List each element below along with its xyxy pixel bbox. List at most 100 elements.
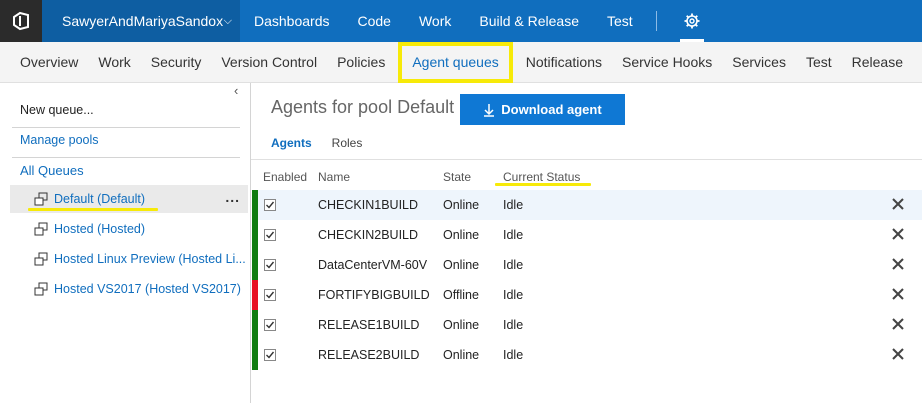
- queues-sidebar: ‹ New queue... Manage pools All Queues D…: [0, 83, 250, 403]
- divider: [12, 127, 240, 128]
- chevron-down-icon: ⌵: [223, 15, 232, 27]
- queue-icon: [34, 252, 48, 266]
- agent-status-indicator: [252, 250, 258, 280]
- table-row[interactable]: RELEASE2BUILD Online Idle: [252, 340, 922, 370]
- queue-label: Hosted Linux Preview (Hosted Li...: [54, 252, 246, 266]
- download-agent-button[interactable]: Download agent: [460, 94, 625, 125]
- delete-icon[interactable]: [890, 196, 906, 212]
- tab-roles[interactable]: Roles: [332, 136, 363, 150]
- tab-release[interactable]: Release: [842, 42, 913, 83]
- column-header-enabled[interactable]: Enabled: [263, 170, 307, 184]
- column-header-name[interactable]: Name: [318, 170, 350, 184]
- highlight-underline: [495, 183, 591, 186]
- agent-current-status: Idle: [503, 288, 524, 302]
- queue-label: Hosted VS2017 (Hosted VS2017): [54, 282, 241, 296]
- delete-icon[interactable]: [890, 256, 906, 272]
- highlight-underline: [28, 208, 158, 211]
- table-row[interactable]: RELEASE1BUILD Online Idle: [252, 310, 922, 340]
- agent-current-status: Idle: [503, 198, 524, 212]
- delete-icon[interactable]: [890, 346, 906, 362]
- checkmark-icon: [266, 291, 275, 299]
- tab-version-control[interactable]: Version Control: [211, 42, 327, 83]
- hub-nav: Dashboards Code Work Build & Release Tes…: [240, 0, 647, 42]
- enabled-checkbox[interactable]: [264, 199, 276, 211]
- tab-policies[interactable]: Policies: [327, 42, 395, 83]
- tab-agent-queues[interactable]: Agent queues: [398, 42, 513, 83]
- queue-item-hosted-linux[interactable]: Hosted Linux Preview (Hosted Li...: [10, 245, 250, 273]
- agent-state: Online: [443, 348, 480, 362]
- agent-name: DataCenterVM-60V: [318, 258, 428, 272]
- pane-divider: [250, 83, 251, 403]
- agent-current-status: Idle: [503, 228, 524, 242]
- agent-state: Offline: [443, 288, 479, 302]
- account-selector[interactable]: SawyerAndMariyaSandox ⌵: [42, 0, 240, 42]
- delete-icon[interactable]: [890, 316, 906, 332]
- tab-agents[interactable]: Agents: [271, 136, 312, 150]
- agent-state: Online: [443, 228, 480, 242]
- agent-status-indicator: [252, 340, 258, 370]
- agent-status-indicator: [252, 310, 258, 340]
- tab-notifications[interactable]: Notifications: [516, 42, 612, 83]
- tab-service-hooks[interactable]: Service Hooks: [612, 42, 722, 83]
- new-queue-link[interactable]: New queue...: [20, 103, 94, 117]
- table-row[interactable]: FORTIFYBIGBUILD Offline Idle: [252, 280, 922, 310]
- admin-sub-navigation: Overview Work Security Version Control P…: [0, 42, 922, 83]
- table-row[interactable]: CHECKIN2BUILD Online Idle: [252, 220, 922, 250]
- enabled-checkbox[interactable]: [264, 319, 276, 331]
- enabled-checkbox[interactable]: [264, 229, 276, 241]
- settings-button[interactable]: [680, 0, 704, 42]
- table-row[interactable]: DataCenterVM-60V Online Idle: [252, 250, 922, 280]
- agent-status-indicator: [252, 280, 258, 310]
- nav-test[interactable]: Test: [593, 0, 647, 42]
- table-row[interactable]: CHECKIN1BUILD Online Idle: [252, 190, 922, 220]
- agent-current-status: Idle: [503, 258, 524, 272]
- divider: [251, 159, 922, 160]
- column-header-current-status[interactable]: Current Status: [503, 170, 580, 184]
- tab-work[interactable]: Work: [88, 42, 140, 83]
- agent-status-indicator: [252, 220, 258, 250]
- column-header-state[interactable]: State: [443, 170, 471, 184]
- queue-icon: [34, 192, 48, 206]
- delete-icon[interactable]: [890, 286, 906, 302]
- download-agent-label: Download agent: [501, 102, 602, 117]
- agent-name: FORTIFYBIGBUILD: [318, 288, 430, 302]
- more-actions-button[interactable]: ...: [225, 189, 240, 205]
- agent-name: CHECKIN1BUILD: [318, 198, 419, 212]
- page-title: Agents for pool Default: [271, 97, 455, 117]
- nav-build-release[interactable]: Build & Release: [465, 0, 593, 42]
- agent-state: Online: [443, 318, 480, 332]
- agent-name: RELEASE2BUILD: [318, 348, 420, 362]
- tab-test[interactable]: Test: [796, 42, 842, 83]
- enabled-checkbox[interactable]: [264, 289, 276, 301]
- top-navigation-bar: SawyerAndMariyaSandox ⌵ Dashboards Code …: [0, 0, 922, 42]
- queue-icon: [34, 222, 48, 236]
- queue-label: Hosted (Hosted): [54, 222, 146, 236]
- queue-icon: [34, 282, 48, 296]
- tab-overview[interactable]: Overview: [10, 42, 88, 83]
- all-queues-link[interactable]: All Queues: [20, 163, 84, 178]
- download-icon: [484, 103, 495, 117]
- queue-item-hosted-vs2017[interactable]: Hosted VS2017 (Hosted VS2017): [10, 275, 250, 303]
- nav-code[interactable]: Code: [344, 0, 405, 42]
- nav-dashboards[interactable]: Dashboards: [240, 0, 344, 42]
- agent-name: RELEASE1BUILD: [318, 318, 420, 332]
- agent-status-indicator: [252, 190, 258, 220]
- queue-label: Default (Default): [54, 192, 146, 206]
- pool-tabs: Agents Roles: [271, 136, 362, 150]
- checkmark-icon: [266, 351, 275, 359]
- agent-state: Online: [443, 258, 480, 272]
- agents-table: CHECKIN1BUILD Online Idle CHECKIN2BUILD Onli…: [252, 190, 922, 370]
- vsts-logo-icon[interactable]: [0, 0, 42, 42]
- account-name: SawyerAndMariyaSandox: [62, 13, 224, 29]
- enabled-checkbox[interactable]: [264, 259, 276, 271]
- delete-icon[interactable]: [890, 226, 906, 242]
- queue-item-hosted[interactable]: Hosted (Hosted): [10, 215, 250, 243]
- manage-pools-link[interactable]: Manage pools: [20, 133, 99, 147]
- agent-state: Online: [443, 198, 480, 212]
- nav-work[interactable]: Work: [405, 0, 465, 42]
- tab-security[interactable]: Security: [141, 42, 212, 83]
- enabled-checkbox[interactable]: [264, 349, 276, 361]
- divider: [12, 157, 240, 158]
- tab-services[interactable]: Services: [722, 42, 796, 83]
- collapse-pane-icon[interactable]: ‹: [234, 83, 238, 98]
